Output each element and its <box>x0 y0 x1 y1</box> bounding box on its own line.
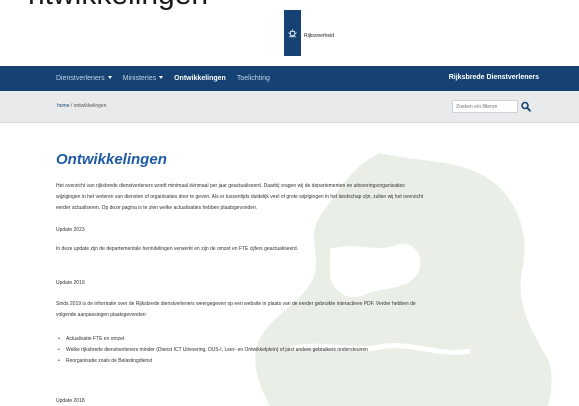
nav-site-title[interactable]: Rijksbrede Dienstverleners <box>449 74 539 81</box>
intro-line: eerder actualiseren. Op deze pagina is t… <box>56 205 258 211</box>
breadcrumb-bar: home / ontwikkelingen <box>0 91 579 123</box>
breadcrumb: home / ontwikkelingen <box>57 103 107 109</box>
nav-item-ontwikkelingen[interactable]: Ontwikkelingen <box>174 75 226 82</box>
main-content: Ontwikkelingen Het overzicht van rijksbr… <box>0 123 579 406</box>
rijksoverheid-logo[interactable] <box>284 10 301 56</box>
nav-item-toelichting[interactable]: Toelichting <box>237 75 270 82</box>
breadcrumb-separator: / <box>70 103 73 109</box>
list-item: Reorganisatie zoals de Belastingdienst <box>58 356 368 367</box>
royal-coat-of-arms-icon <box>288 28 297 37</box>
update-2019-text: Sinds 2019 is de informatie over de Rijk… <box>56 299 536 321</box>
update-2018-heading: Update 2018 <box>56 398 85 404</box>
breadcrumb-current: ontwikkelingen <box>73 103 107 109</box>
list-item: Actualisatie FTE en omzet <box>58 334 368 345</box>
search-icon[interactable] <box>520 100 532 113</box>
nav-item-dienstverleners[interactable]: Dienstverleners <box>56 75 112 82</box>
caret-down-icon <box>107 76 112 79</box>
breadcrumb-home-link[interactable]: home <box>57 103 70 109</box>
list-item: Welke rijksbrede dienstverleners minder … <box>58 345 368 356</box>
update-2019-heading: Update 2019 <box>56 280 85 286</box>
logo-wordmark: Rijksoverheid <box>304 33 335 39</box>
main-navigation: Dienstverleners Ministeries Ontwikkeling… <box>0 66 579 91</box>
intro-paragraph: Het overzicht van rijksbrede dienstverle… <box>56 181 536 214</box>
update-2019-line: volgende aanpassingen plaatsgevonden: <box>56 312 147 318</box>
nav-item-label: Ministeries <box>122 75 157 82</box>
cut-page-heading: ntwikkelingen <box>28 0 208 12</box>
search-input[interactable] <box>452 100 518 113</box>
caret-down-icon <box>159 76 164 79</box>
top-header: ntwikkelingen Rijksoverheid <box>0 0 579 66</box>
intro-line: Het overzicht van rijksbrede dienstverle… <box>56 183 405 189</box>
update-2023-heading: Update 2023 <box>56 227 85 233</box>
intro-line: wijzigingen in het verleren van diensten… <box>56 194 424 200</box>
update-2019-list: Actualisatie FTE en omzet Welke rijksbre… <box>58 334 368 367</box>
nav-item-ministeries[interactable]: Ministeries <box>122 75 164 82</box>
page-title: Ontwikkelingen <box>56 151 167 168</box>
nav-item-label: Dienstverleners <box>56 75 105 82</box>
update-2019-line: Sinds 2019 is de informatie over de Rijk… <box>56 301 416 307</box>
update-2023-text: In deze update zijn de departementale he… <box>56 246 299 252</box>
